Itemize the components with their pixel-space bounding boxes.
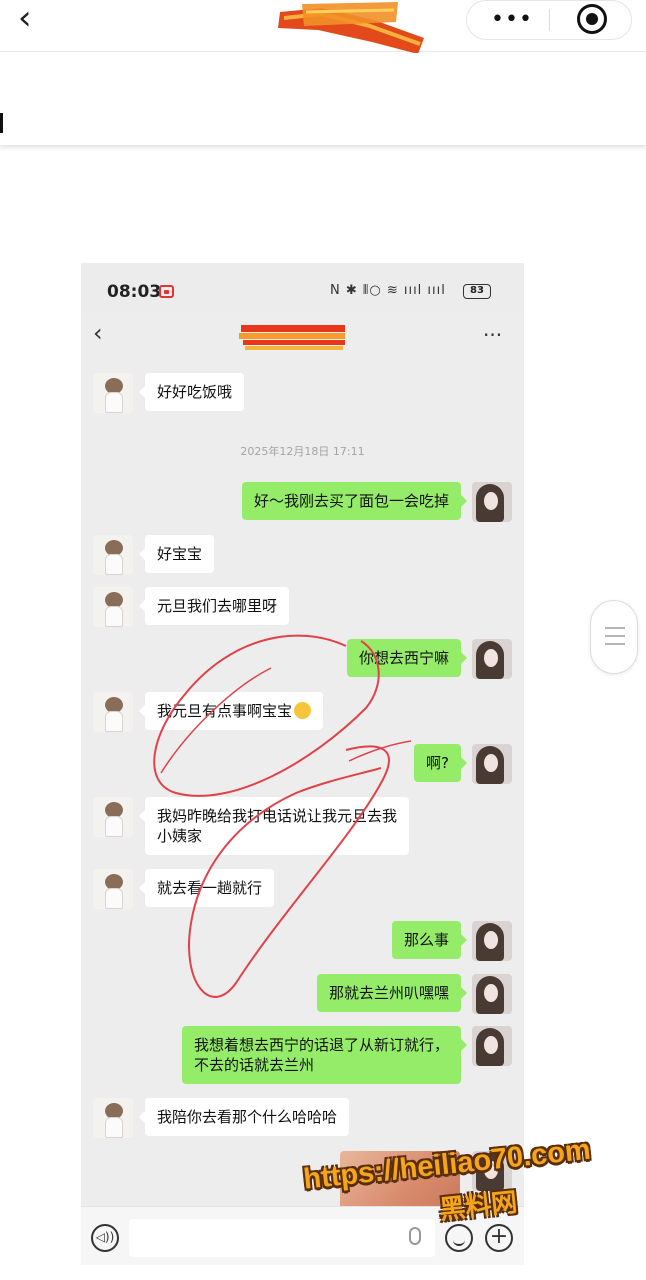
chat-back-icon[interactable]: ‹ [93, 319, 103, 347]
redaction-mark [278, 2, 424, 54]
contact-name-redaction [239, 325, 345, 350]
chat-screenshot: 08:03 N ✱ ⫴○ ≋ ıııl ıııl 83 ‹ ··· 2025年1… [81, 263, 524, 1265]
sub-bar [0, 53, 646, 145]
contact-avatar[interactable] [93, 587, 133, 627]
my-avatar[interactable] [472, 1026, 512, 1066]
scroll-handle[interactable] [590, 600, 638, 674]
message-bubble-out: 好～我刚去买了面包一会吃掉 [241, 482, 468, 520]
capsule-divider [549, 9, 550, 31]
contact-avatar[interactable] [93, 535, 133, 575]
back-icon[interactable]: ‹ [18, 1, 32, 35]
contact-avatar[interactable] [93, 797, 133, 837]
contact-avatar[interactable] [93, 373, 133, 413]
message-bubble-in: 好好吃饭哦 [138, 373, 245, 411]
chat-more-icon[interactable]: ··· [483, 323, 502, 347]
watermark-url: https://heiliao70.com [301, 1133, 593, 1196]
message-bubble-out: 啊? [414, 744, 467, 782]
message-bubble-in: 好宝宝 [138, 535, 215, 573]
message-bubble-out: 我想着想去西宁的话退了从新订就行， 不去的话就去兰州 [181, 1026, 468, 1084]
message-bubble-out: 那就去兰州叭嘿嘿 [316, 974, 468, 1012]
emoji-icon [294, 702, 312, 719]
watermark-site-name: 黑料网 [437, 1187, 519, 1226]
my-avatar[interactable] [472, 482, 512, 522]
page: ‹ ••• 08:03 N ✱ ⫴○ ≋ ıııl ıııl 83 ‹ ··· … [0, 0, 646, 1280]
battery-icon: 83 [463, 284, 491, 299]
message-bubble-in: 我妈昨晚给我打电话说让我元旦去我 小姨家 [138, 797, 410, 855]
message-bubble-out: 那么事 [391, 921, 468, 959]
record-target-icon[interactable] [577, 4, 607, 34]
message-timestamp: 2025年12月18日 17:11 [240, 445, 365, 458]
my-avatar[interactable] [472, 921, 512, 961]
plus-icon[interactable]: + [485, 1224, 513, 1252]
screen-record-icon [159, 285, 174, 298]
contact-avatar[interactable] [93, 869, 133, 909]
my-avatar[interactable] [472, 974, 512, 1014]
my-avatar[interactable] [472, 639, 512, 679]
message-bubble-in: 就去看一趟就行 [138, 869, 275, 907]
message-bubble-in: 我陪你去看那个什么哈哈哈 [138, 1098, 350, 1136]
status-icons: N ✱ ⫴○ ≋ ıııl ıııl [330, 283, 446, 298]
capsule-menu: ••• [466, 0, 632, 40]
message-text: 我元旦有点事啊宝宝 [157, 702, 293, 720]
contact-avatar[interactable] [93, 692, 133, 732]
edge-mark [0, 113, 3, 133]
message-bubble-in: 我元旦有点事啊宝宝 [138, 692, 324, 730]
more-icon[interactable]: ••• [491, 7, 533, 32]
status-time: 08:03 [107, 282, 162, 302]
contact-avatar[interactable] [93, 1098, 133, 1138]
voice-icon[interactable]: ◁)) [91, 1224, 119, 1252]
status-bar: 08:03 N ✱ ⫴○ ≋ ıııl ıııl 83 [81, 263, 524, 313]
app-header: ‹ ••• [0, 0, 646, 54]
message-bubble-out: 你想去西宁嘛 [346, 639, 468, 677]
my-avatar[interactable] [472, 744, 512, 784]
message-bubble-in: 元旦我们去哪里呀 [138, 587, 290, 625]
chat-header: ‹ ··· [81, 313, 524, 361]
